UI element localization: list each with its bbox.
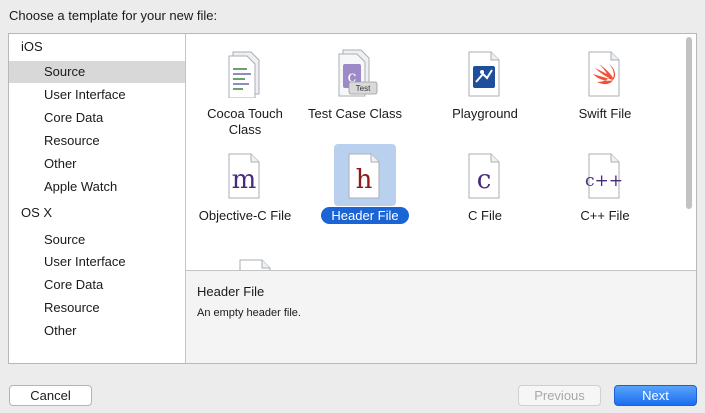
sidebar-item-ios-user-interface[interactable]: User Interface: [9, 84, 185, 106]
template-grid: Cocoa Touch Class c Test Test Case Class: [186, 34, 696, 270]
template-cocoa-touch-class[interactable]: Cocoa Touch Class: [190, 42, 300, 142]
cpp-file-icon: c++: [585, 153, 623, 199]
sidebar-group-ios: iOS: [21, 39, 43, 54]
scrollbar-thumb[interactable]: [686, 37, 692, 209]
svg-text:c: c: [477, 165, 492, 195]
template-objective-c-file[interactable]: m Objective-C File: [190, 144, 300, 244]
description-title: Header File: [197, 284, 265, 299]
partial-file-icon: [239, 259, 271, 270]
cocoa-touch-class-icon: [228, 51, 260, 98]
template-description: Header File An empty header file.: [186, 270, 696, 363]
sidebar-group-osx: OS X: [21, 205, 53, 220]
sidebar-item-ios-source[interactable]: Source: [9, 61, 185, 83]
test-case-class-icon: c Test: [338, 49, 378, 97]
template-cpp-file[interactable]: c++ C++ File: [550, 144, 660, 244]
header-file-icon: h: [348, 153, 380, 199]
sidebar-item-ios-core-data[interactable]: Core Data: [9, 107, 185, 129]
template-label: C File: [468, 208, 502, 223]
sidebar-item-osx-other[interactable]: Other: [9, 320, 185, 342]
svg-text:h: h: [356, 165, 373, 195]
sidebar-item-osx-source[interactable]: Source: [9, 229, 185, 251]
template-label: Swift File: [578, 106, 632, 121]
svg-text:c++: c++: [585, 171, 623, 191]
svg-text:m: m: [232, 165, 257, 195]
template-grid-scrollbar[interactable]: [682, 34, 696, 270]
template-test-case-class[interactable]: c Test Test Case Class: [300, 42, 410, 142]
template-chooser-panel: iOS Source User Interface Core Data Reso…: [8, 33, 697, 364]
cancel-button[interactable]: Cancel: [9, 385, 92, 406]
template-c-file[interactable]: c C File: [430, 144, 540, 244]
template-label: Objective-C File: [198, 208, 292, 223]
template-label: Playground: [452, 106, 518, 121]
c-file-icon: c: [468, 153, 500, 199]
template-label: Cocoa Touch Class: [207, 106, 283, 137]
swift-file-icon: [588, 51, 620, 97]
svg-text:Test: Test: [356, 84, 371, 93]
sidebar-item-osx-resource[interactable]: Resource: [9, 297, 185, 319]
objective-c-file-icon: m: [228, 153, 260, 199]
sidebar-item-ios-apple-watch[interactable]: Apple Watch: [9, 176, 185, 198]
sidebar-item-osx-user-interface[interactable]: User Interface: [9, 251, 185, 273]
template-swift-file[interactable]: Swift File: [550, 42, 660, 142]
template-header-file[interactable]: h Header File: [310, 144, 420, 244]
description-text: An empty header file.: [197, 307, 301, 319]
playground-icon: [468, 51, 500, 97]
previous-button[interactable]: Previous: [518, 385, 601, 406]
next-button[interactable]: Next: [614, 385, 697, 406]
sidebar-item-ios-other[interactable]: Other: [9, 153, 185, 175]
dialog-title: Choose a template for your new file:: [9, 8, 218, 23]
template-label: Header File: [310, 207, 420, 224]
platform-sidebar: iOS Source User Interface Core Data Reso…: [9, 34, 186, 363]
sidebar-item-ios-resource[interactable]: Resource: [9, 130, 185, 152]
template-label: Test Case Class: [308, 106, 402, 121]
template-label: C++ File: [580, 208, 630, 223]
sidebar-item-osx-core-data[interactable]: Core Data: [9, 274, 185, 296]
template-playground[interactable]: Playground: [430, 42, 540, 142]
